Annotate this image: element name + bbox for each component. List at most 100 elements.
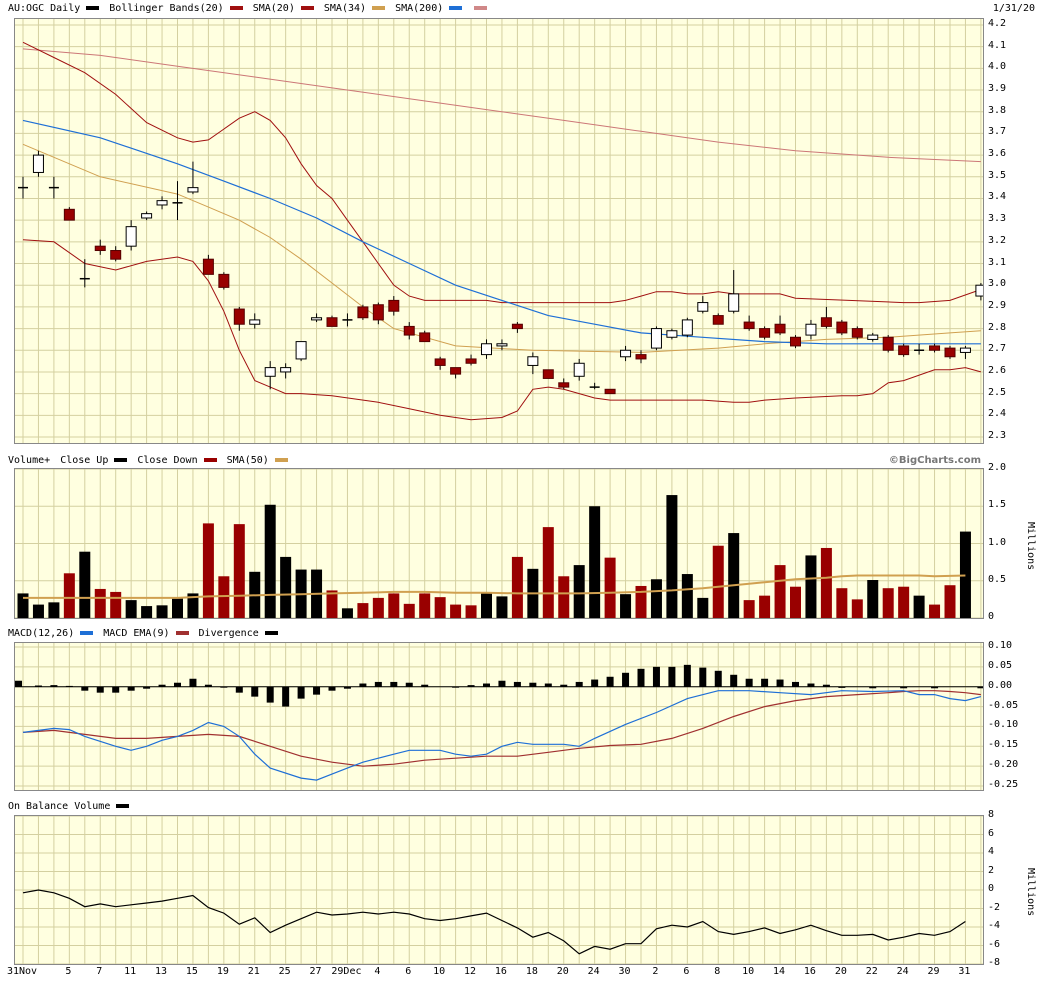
volume-bar	[944, 585, 956, 618]
candle-body	[820, 317, 832, 327]
divergence-bar	[343, 686, 351, 689]
y-tick-label: 0	[988, 611, 995, 622]
candle-body	[187, 187, 199, 193]
divergence-bar	[81, 686, 89, 691]
sma20-swatch	[300, 6, 314, 10]
candle-body	[511, 323, 523, 330]
volume-bar	[218, 576, 230, 618]
macd-label: MACD(12,26)	[8, 628, 75, 639]
divergence-bar	[143, 686, 151, 689]
divergence-bar	[483, 683, 490, 687]
volume-bar	[434, 597, 446, 618]
candle-body	[110, 250, 122, 260]
candle-body	[790, 336, 801, 347]
candle-body	[743, 321, 755, 330]
x-tick-label: 12	[464, 966, 477, 977]
divergence-bar	[96, 686, 104, 693]
volume-bar	[63, 573, 75, 618]
x-tick-label: 29Dec	[331, 966, 362, 977]
y-tick-label: 2.9	[988, 299, 1007, 311]
divergence-bar	[282, 686, 290, 707]
volume-bar	[898, 586, 910, 618]
volume-bar	[728, 533, 740, 618]
volume-bar	[542, 527, 554, 618]
x-tick-label: 16	[803, 966, 816, 977]
volume-title: Volume+	[8, 455, 51, 466]
divergence-bar	[822, 684, 830, 687]
candle-body	[681, 319, 693, 336]
volume-bar	[481, 593, 492, 618]
candle-body	[620, 349, 632, 358]
volume-bar	[372, 597, 384, 618]
volume-bar	[712, 545, 724, 618]
divergence-bar	[452, 686, 460, 688]
y-tick-label: 2.5	[988, 386, 1007, 398]
candle-body	[125, 226, 137, 247]
candle-body	[496, 343, 508, 347]
y-tick-label: 0	[988, 883, 995, 894]
candle-body	[94, 245, 106, 252]
divergence-bar	[235, 686, 243, 693]
sma34-swatch	[372, 6, 386, 10]
y-tick-label: 3.8	[988, 104, 1007, 116]
candle-body	[63, 208, 75, 221]
y-tick-label: 2	[988, 864, 995, 876]
y-tick-label: 2.8	[988, 321, 1007, 333]
sma20-label: SMA(20)	[252, 3, 295, 14]
candle-body	[249, 319, 261, 325]
volume-bar	[94, 588, 106, 618]
candle-body	[929, 345, 941, 351]
volume-bar	[836, 588, 848, 618]
y-tick-label: 3.7	[988, 126, 1007, 138]
divergence-bar	[204, 684, 212, 687]
candle-body	[481, 343, 492, 356]
x-tick-label: 24	[587, 966, 600, 977]
macd-chart	[15, 643, 983, 790]
volume-chart	[15, 469, 983, 618]
x-tick-label: 20	[556, 966, 569, 977]
candle-body	[558, 382, 570, 388]
divergence-bar	[15, 680, 22, 687]
volume-bar	[620, 594, 632, 618]
candle-body	[450, 367, 462, 375]
volume-bar	[697, 597, 709, 618]
divergence-bar	[606, 676, 614, 687]
volume-panel	[14, 468, 984, 619]
candle-body	[326, 317, 338, 327]
close-down-swatch	[203, 458, 217, 462]
candle-body	[527, 356, 539, 366]
y-tick-label: 3.9	[988, 83, 1007, 95]
x-tick-label: 25	[278, 966, 291, 977]
divergence-bar	[328, 686, 336, 691]
volume-bar	[141, 606, 153, 618]
volume-bar	[558, 576, 570, 618]
candle-body	[573, 362, 585, 377]
divergence-bar	[266, 686, 274, 703]
candle-body	[650, 328, 662, 349]
x-tick-label: 13	[155, 966, 168, 977]
candle-body	[542, 369, 554, 379]
price-panel	[14, 18, 984, 444]
sma200-trend-swatch	[474, 6, 488, 10]
divergence-bar	[112, 686, 120, 693]
candle-body	[264, 367, 276, 377]
volume-bar	[743, 600, 755, 618]
divergence-swatch	[264, 631, 278, 635]
volume-bar	[511, 556, 523, 618]
x-tick-label: 6	[683, 966, 690, 977]
y-tick-label: 3.1	[988, 256, 1007, 268]
x-tick-label: 27	[309, 966, 322, 977]
candle-body	[635, 354, 647, 360]
volume-bar	[79, 551, 91, 618]
candle-body	[403, 325, 415, 336]
y-tick-label: -0.15	[988, 739, 1019, 751]
candle-body	[604, 388, 616, 395]
x-tick-label: 30	[618, 966, 631, 977]
divergence-bar	[359, 683, 367, 687]
volume-bar	[264, 504, 276, 618]
y-tick-label: 2.0	[988, 462, 1007, 473]
volume-bar	[32, 604, 44, 618]
divergence-bar	[838, 686, 846, 688]
price-chart	[15, 19, 983, 443]
divergence-bar	[652, 666, 660, 687]
